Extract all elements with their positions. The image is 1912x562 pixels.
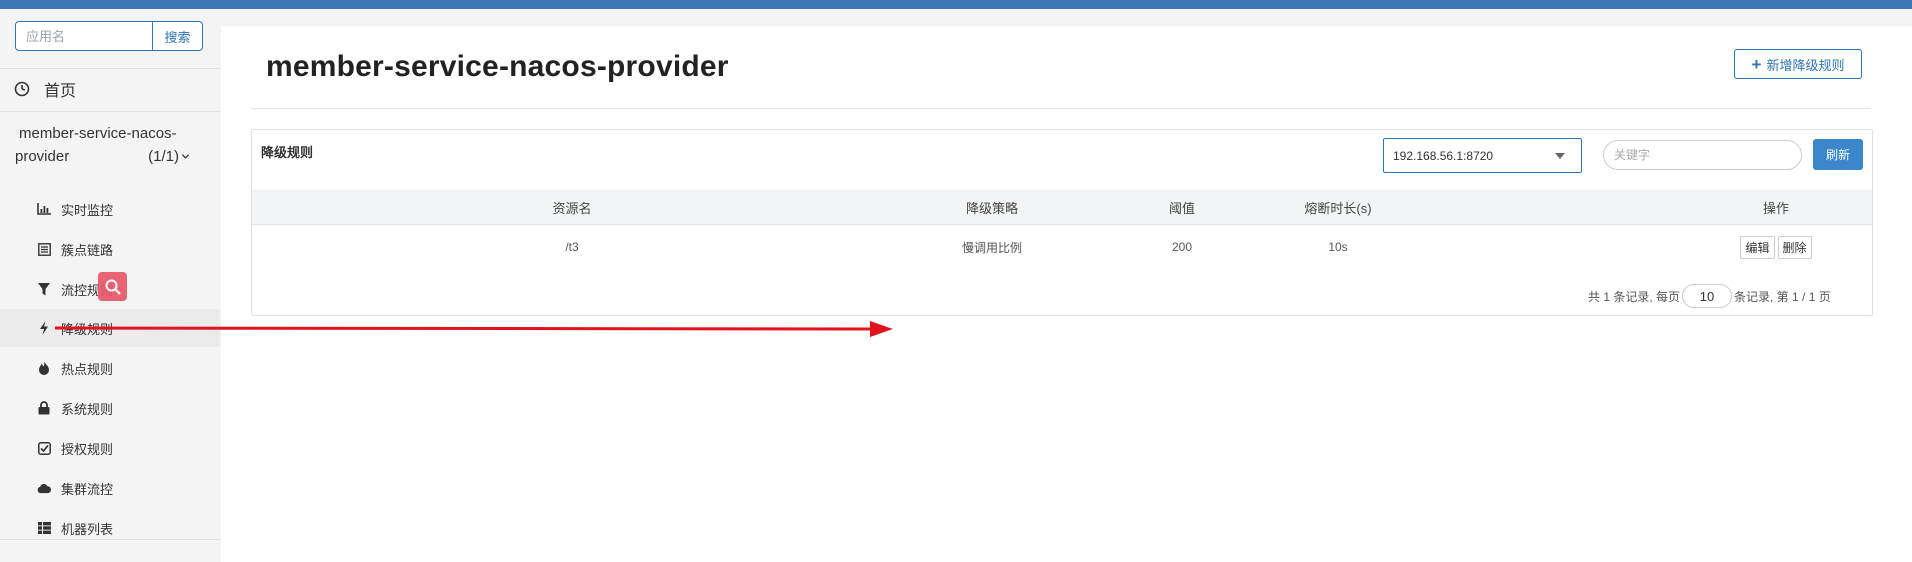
keyword-search-input[interactable]	[1603, 140, 1802, 170]
sidebar-divider	[0, 68, 220, 69]
column-header-duration[interactable]: 熔断时长(s)	[1258, 190, 1418, 224]
sidebar-item-cluster-link[interactable]: 簇点链路	[0, 230, 220, 268]
caret-down-icon	[1555, 153, 1565, 159]
sidebar-item-auth-rules[interactable]: 授权规则	[0, 429, 220, 467]
sidebar-item-label: 系统规则	[61, 401, 114, 417]
machine-select-value: 192.168.56.1:8720	[1393, 148, 1494, 163]
search-button[interactable]: 搜索	[152, 22, 202, 50]
chevron-down-icon	[181, 154, 190, 159]
sidebar-item-cluster-flow[interactable]: 集群流控	[0, 469, 220, 507]
page-size-input[interactable]	[1682, 284, 1733, 308]
app-name-line1: member-service-nacos-	[19, 125, 177, 142]
pagination-suffix: 条记录, 第 1 / 1 页	[1734, 289, 1831, 304]
sidebar-item-label: 授权规则	[61, 441, 114, 457]
sidebar-divider	[0, 539, 220, 540]
check-square-icon	[37, 441, 51, 455]
sidebar-item-system-rules[interactable]: 系统规则	[0, 389, 220, 427]
app-group-header[interactable]: member-service-nacos- provider (1/1)	[15, 122, 190, 168]
sidebar-item-realtime-monitor[interactable]: 实时监控	[0, 190, 220, 228]
column-header-resource[interactable]: 资源名	[492, 190, 652, 224]
home-label: 首页	[44, 83, 77, 100]
sidebar-item-label: 机器列表	[61, 521, 114, 537]
title-divider	[251, 108, 1871, 109]
refresh-button[interactable]: 刷新	[1813, 139, 1863, 170]
panel-title: 降级规则	[261, 145, 314, 160]
plus-icon: +	[1751, 54, 1762, 74]
sidebar-item-machine-list[interactable]: 机器列表	[0, 509, 220, 547]
column-header-threshold[interactable]: 阈值	[1102, 190, 1262, 224]
pagination: 共 1 条记录, 每页 条记录, 第 1 / 1 页	[1588, 283, 1831, 309]
app-name-line2: provider	[15, 148, 70, 165]
list-icon	[37, 242, 51, 256]
add-button-label: 新增降级规则	[1766, 57, 1845, 73]
app-search-input[interactable]	[16, 22, 152, 50]
cell-duration: 10s	[1328, 240, 1348, 254]
cell-threshold: 200	[1171, 240, 1193, 254]
sidebar-divider	[0, 111, 220, 112]
sidebar-item-label: 集群流控	[61, 481, 114, 497]
sidebar-item-home[interactable]: 首页	[14, 79, 77, 100]
app-search-box: 搜索	[15, 21, 203, 51]
delete-button[interactable]: 删除	[1777, 236, 1812, 259]
cell-operations: 编辑 删除	[1720, 236, 1832, 260]
main-content: member-service-nacos-provider + 新增降级规则 降…	[221, 26, 1912, 562]
filter-icon	[37, 282, 51, 296]
flash-icon	[37, 321, 51, 335]
cell-strategy: 慢调用比例	[961, 240, 1022, 255]
lock-icon	[37, 401, 51, 415]
cell-resource: /t3	[565, 240, 579, 254]
bar-chart-icon	[37, 202, 51, 216]
sidebar-item-label: 簇点链路	[61, 242, 114, 258]
cloud-icon	[37, 481, 51, 495]
sidebar-item-label: 热点规则	[61, 361, 114, 377]
fire-icon	[37, 361, 51, 375]
add-degrade-rule-button[interactable]: + 新增降级规则	[1734, 49, 1862, 79]
magnifier-overlay-icon	[98, 272, 127, 301]
degrade-rules-panel: 降级规则 192.168.56.1:8720 刷新 资源名 降级策略 阈值 熔断…	[251, 129, 1873, 316]
th-list-icon	[37, 521, 51, 535]
table-header: 资源名 降级策略 阈值 熔断时长(s) 操作	[252, 190, 1872, 225]
sidebar-item-hotspot-rules[interactable]: 热点规则	[0, 349, 220, 387]
sidebar-item-label: 降级规则	[61, 321, 114, 337]
pagination-prefix: 共 1 条记录, 每页	[1588, 289, 1681, 304]
column-header-strategy[interactable]: 降级策略	[912, 190, 1072, 224]
top-bar	[0, 0, 1912, 9]
dashboard-icon	[14, 81, 30, 97]
sidebar-item-degrade-rules[interactable]: 降级规则	[0, 309, 220, 347]
column-header-operations: 操作	[1762, 200, 1789, 216]
app-machine-count: (1/1)	[148, 148, 179, 165]
machine-select[interactable]: 192.168.56.1:8720	[1383, 138, 1582, 173]
edit-button[interactable]: 编辑	[1740, 236, 1775, 259]
sidebar-item-label: 实时监控	[61, 202, 114, 218]
page-title: member-service-nacos-provider	[266, 50, 729, 83]
